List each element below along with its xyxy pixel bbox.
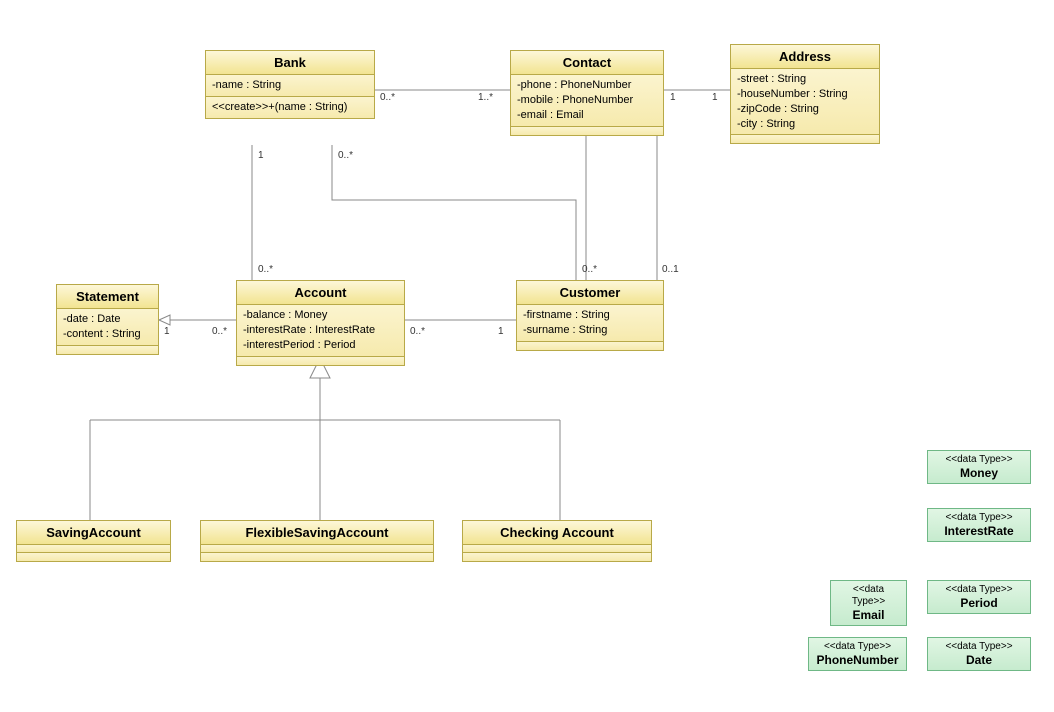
class-checking-account: Checking Account (462, 520, 652, 562)
mult-label: 0..* (258, 264, 273, 275)
datatype-interestrate: <<data Type>> InterestRate (927, 508, 1031, 542)
mult-label: 0..* (338, 150, 353, 161)
class-attrs: -name : String (206, 75, 374, 97)
datatype-money: <<data Type>> Money (927, 450, 1031, 484)
class-title: Bank (206, 51, 374, 75)
mult-label: 1 (164, 326, 170, 337)
class-ops: <<create>>+(name : String) (206, 97, 374, 118)
mult-label: 1 (498, 326, 504, 337)
class-attrs: -phone : PhoneNumber -mobile : PhoneNumb… (511, 75, 663, 127)
mult-label: 1 (712, 92, 718, 103)
class-account: Account -balance : Money -interestRate :… (236, 280, 405, 366)
class-title: Customer (517, 281, 663, 305)
class-bank: Bank -name : String <<create>>+(name : S… (205, 50, 375, 119)
mult-label: 0..* (582, 264, 597, 275)
mult-label: 1 (258, 150, 264, 161)
class-flexible-saving-account: FlexibleSavingAccount (200, 520, 434, 562)
datatype-date: <<data Type>> Date (927, 637, 1031, 671)
class-saving-account: SavingAccount (16, 520, 171, 562)
datatype-phonenumber: <<data Type>> PhoneNumber (808, 637, 907, 671)
class-address: Address -street : String -houseNumber : … (730, 44, 880, 144)
class-attrs: -firstname : String -surname : String (517, 305, 663, 342)
class-title: SavingAccount (17, 521, 170, 545)
datatype-email: <<data Type>> Email (830, 580, 907, 626)
class-statement: Statement -date : Date -content : String (56, 284, 159, 355)
datatype-period: <<data Type>> Period (927, 580, 1031, 614)
mult-label: 1 (670, 92, 676, 103)
class-attrs: -balance : Money -interestRate : Interes… (237, 305, 404, 357)
class-title: Contact (511, 51, 663, 75)
mult-label: 0..* (212, 326, 227, 337)
class-title: Account (237, 281, 404, 305)
mult-label: 1..* (478, 92, 493, 103)
mult-label: 0..* (410, 326, 425, 337)
class-contact: Contact -phone : PhoneNumber -mobile : P… (510, 50, 664, 136)
class-title: Checking Account (463, 521, 651, 545)
class-attrs: -street : String -houseNumber : String -… (731, 69, 879, 135)
class-title: Statement (57, 285, 158, 309)
mult-label: 0..* (380, 92, 395, 103)
class-customer: Customer -firstname : String -surname : … (516, 280, 664, 351)
class-title: FlexibleSavingAccount (201, 521, 433, 545)
class-attrs: -date : Date -content : String (57, 309, 158, 346)
class-title: Address (731, 45, 879, 69)
mult-label: 0..1 (662, 264, 679, 275)
